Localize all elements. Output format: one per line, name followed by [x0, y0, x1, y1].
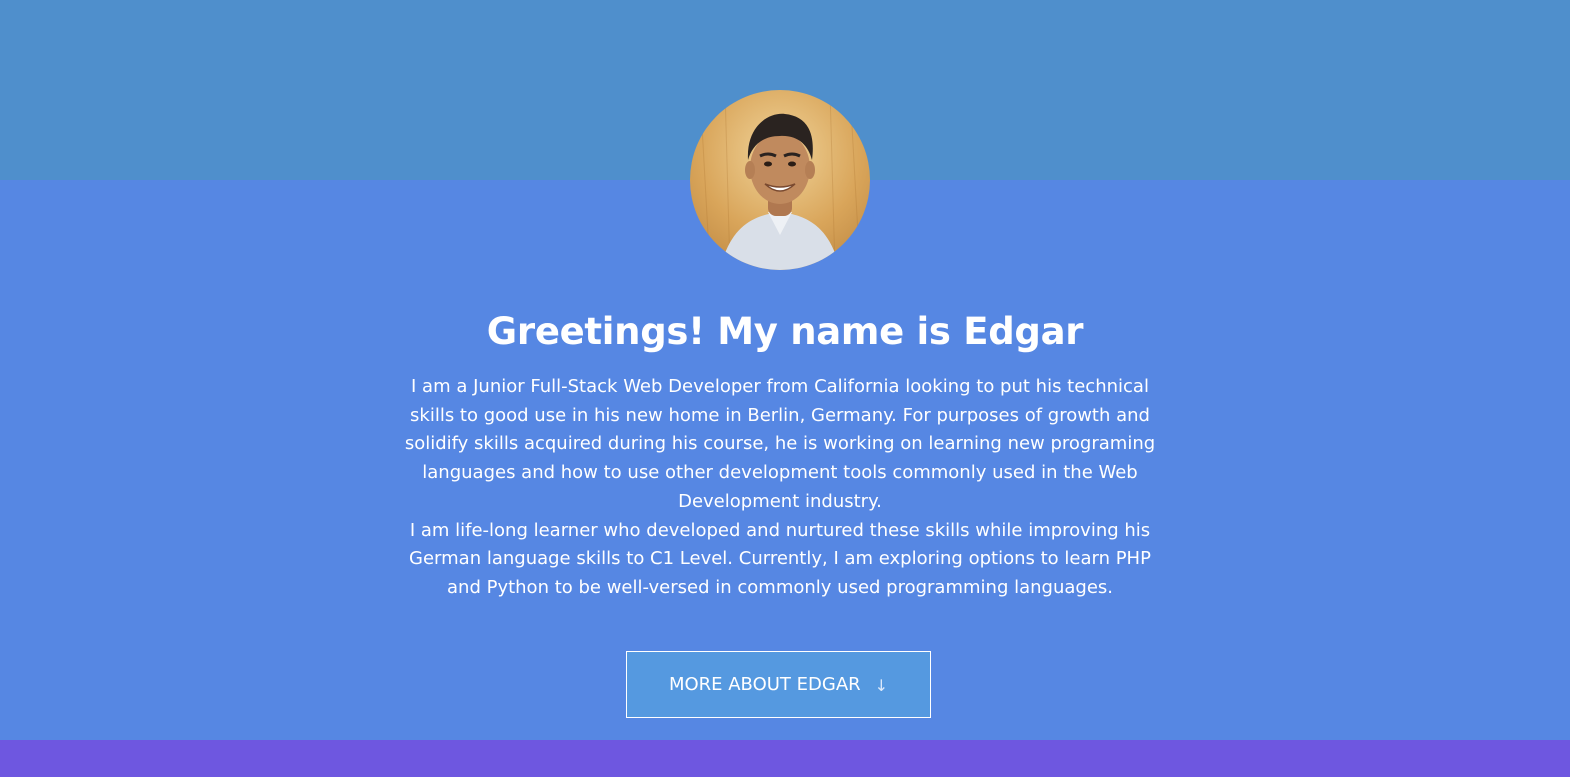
hero-heading: Greetings! My name is Edgar: [486, 310, 1084, 353]
bio-paragraph: I am a Junior Full-Stack Web Developer f…: [404, 376, 1156, 512]
more-about-button-label: MORE ABOUT EDGAR: [668, 674, 861, 695]
next-section-band: [0, 740, 1570, 777]
hero-bio: I am a Junior Full-Stack Web Developer f…: [395, 373, 1165, 603]
arrow-down-icon: ↓: [874, 676, 889, 695]
bio-paragraph: I am life-long learner who developed and…: [409, 519, 1151, 598]
more-about-button[interactable]: MORE ABOUT EDGAR ↓: [626, 651, 931, 718]
profile-avatar: [690, 90, 870, 270]
